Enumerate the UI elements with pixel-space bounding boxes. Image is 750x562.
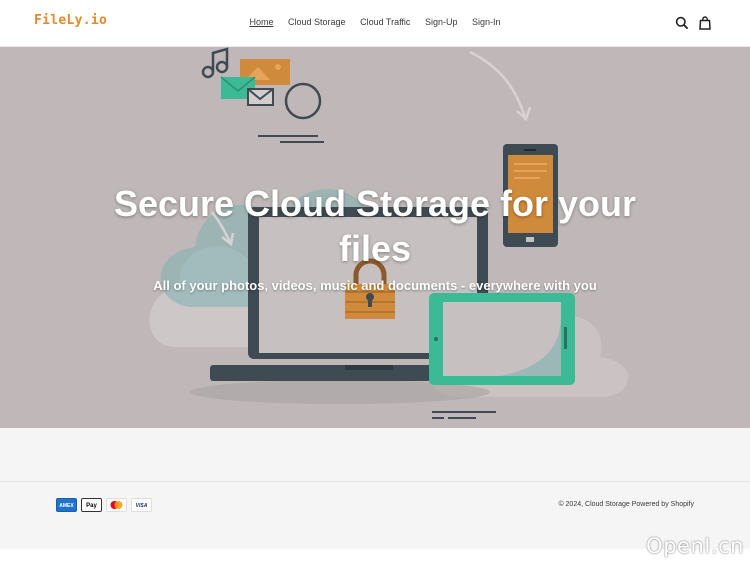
store-name-link[interactable]: Cloud Storage: [585, 501, 630, 508]
hero-title: Secure Cloud Storage for your files: [113, 183, 637, 269]
copyright-prefix: © 2024,: [558, 501, 584, 508]
american-express-icon: AMEX: [56, 498, 77, 512]
mastercard-icon: [106, 498, 127, 512]
watermark-text: OpenI.cn: [646, 534, 744, 558]
main-nav: Home Cloud Storage Cloud Traffic Sign-Up…: [0, 17, 750, 27]
hero-banner: Secure Cloud Storage for your files All …: [0, 47, 750, 428]
copyright-text: © 2024, Cloud Storage Powered by Shopify: [558, 501, 694, 508]
nav-item-sign-in[interactable]: Sign-In: [472, 17, 501, 27]
hero-subtitle: All of your photos, videos, music and do…: [153, 278, 597, 293]
nav-item-sign-up[interactable]: Sign-Up: [425, 17, 458, 27]
nav-item-home[interactable]: Home: [249, 17, 273, 27]
visa-icon: VISA: [131, 498, 152, 512]
nav-item-cloud-storage[interactable]: Cloud Storage: [288, 17, 346, 27]
content-spacer: [0, 428, 750, 481]
site-header: FileLy.io Home Cloud Storage Cloud Traff…: [0, 0, 750, 47]
site-footer: AMEX Pay VISA © 2024, Cloud Storage Powe…: [0, 481, 750, 549]
cart-icon[interactable]: [698, 16, 712, 30]
powered-by-link[interactable]: Powered by Shopify: [632, 501, 694, 508]
nav-item-cloud-traffic[interactable]: Cloud Traffic: [360, 17, 410, 27]
apple-pay-icon: Pay: [81, 498, 102, 512]
search-icon[interactable]: [675, 16, 689, 30]
